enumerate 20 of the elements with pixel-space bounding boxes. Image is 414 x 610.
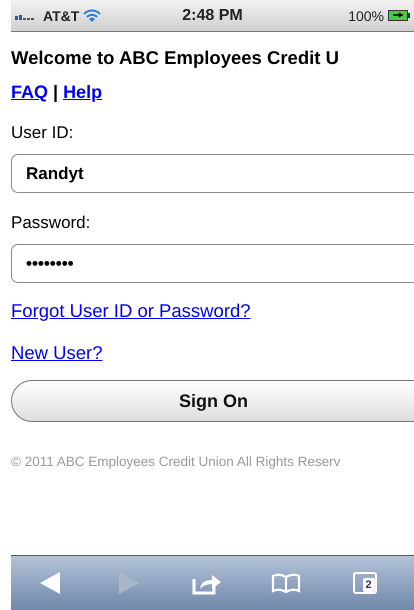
page-heading: Welcome to ABC Employees Credit U <box>11 47 340 69</box>
carrier-name: AT&T <box>43 8 80 24</box>
status-time: 2:48 PM <box>182 6 243 24</box>
field-label: User ID: <box>11 123 74 143</box>
forgot-password-link[interactable]: Forgot User ID or Password? <box>11 300 251 322</box>
battery-percent: 100% <box>348 8 384 24</box>
sign-on-button[interactable]: Sign On <box>11 380 414 422</box>
tabs-button[interactable]: 2 <box>352 572 377 594</box>
back-icon[interactable] <box>40 572 60 594</box>
field-label: Password: <box>11 213 92 233</box>
faq-link[interactable]: FAQ <box>11 82 48 103</box>
help-link[interactable]: Help <box>63 82 102 103</box>
book-icon[interactable] <box>271 573 302 593</box>
wifi-icon <box>83 9 102 22</box>
input-field[interactable]: •••••••• <box>11 244 414 283</box>
input-field[interactable]: Randyt <box>11 154 414 193</box>
copyright-text: © 2011 ABC Employees Credit Union All Rights Reserv <box>11 454 342 469</box>
link-separator: | <box>53 82 58 103</box>
new-user-link[interactable]: New User? <box>11 342 102 364</box>
battery-icon <box>388 10 410 21</box>
